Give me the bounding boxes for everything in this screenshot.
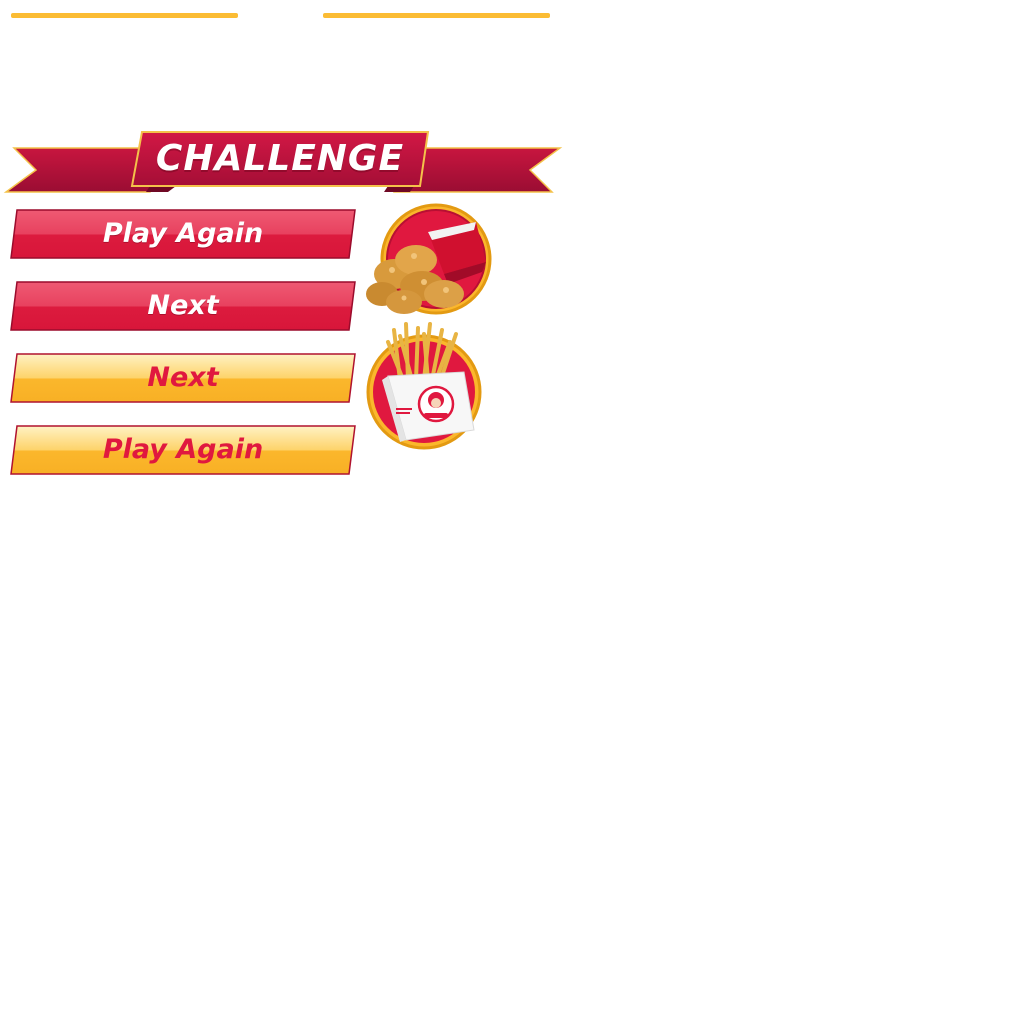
- top-right-bar: [323, 13, 550, 18]
- game-sprite-sheet: CHALLENGE Play Again Next Next Play Agai…: [0, 0, 1024, 1024]
- challenge-banner: CHALLENGE: [0, 128, 566, 198]
- next-label: Next: [147, 362, 219, 393]
- play-again-button-yellow[interactable]: Play Again: [10, 425, 356, 475]
- next-button-red[interactable]: Next: [10, 281, 356, 331]
- next-button-yellow[interactable]: Next: [10, 353, 356, 403]
- next-label: Next: [147, 290, 219, 321]
- banner-title: CHALLENGE: [155, 138, 405, 179]
- chicken-nuggets-icon: [364, 202, 498, 322]
- play-again-label: Play Again: [102, 218, 264, 249]
- play-again-button-red[interactable]: Play Again: [10, 209, 356, 259]
- french-fries-icon: [366, 320, 484, 452]
- top-left-bar: [11, 13, 238, 18]
- play-again-label: Play Again: [102, 434, 264, 465]
